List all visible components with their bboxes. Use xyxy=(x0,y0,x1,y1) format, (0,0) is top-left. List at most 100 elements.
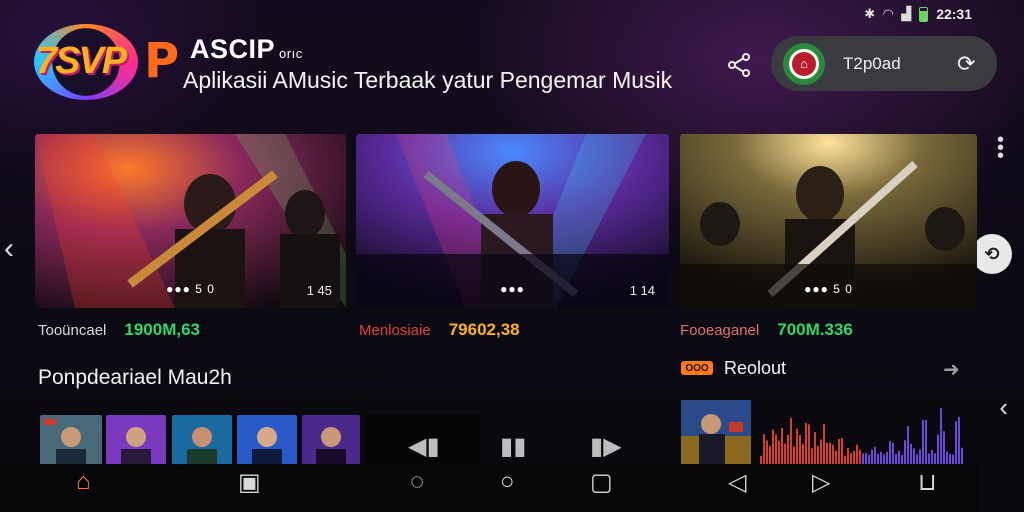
artist-image xyxy=(302,415,360,467)
waveform-bar xyxy=(775,434,777,466)
waveform-bar xyxy=(904,440,906,466)
waveform-bar xyxy=(799,435,801,466)
waveform-bar xyxy=(781,427,783,466)
waveform-bar xyxy=(856,444,858,466)
waveform-bar xyxy=(841,437,843,466)
card-caption: Menlosiaie 79602,38 xyxy=(359,320,520,340)
waveform-bar xyxy=(766,440,768,466)
waveform-bar xyxy=(940,408,942,466)
recommended-thumb[interactable] xyxy=(681,400,751,466)
bluetooth-icon: ✱ xyxy=(864,6,876,21)
more-options-icon[interactable]: • • • xyxy=(997,130,1004,166)
speaker-icon[interactable]: ◁ xyxy=(728,468,746,497)
pause-icon[interactable]: ▮▮ xyxy=(500,432,526,461)
waveform-bar xyxy=(820,439,822,466)
artist-image xyxy=(172,415,232,467)
account-pill[interactable]: ⌂ T2p0ad ⟳ xyxy=(771,36,997,91)
artist-thumb[interactable] xyxy=(237,415,297,467)
refresh-icon[interactable]: ⟳ xyxy=(957,51,975,77)
waveform-bar xyxy=(778,440,780,466)
playlist-icon[interactable]: ▣ xyxy=(238,468,261,497)
artist-thumb[interactable] xyxy=(106,415,166,467)
waveform-bar xyxy=(832,444,834,466)
waveform-bar xyxy=(769,446,771,466)
circle-icon[interactable]: ○ xyxy=(500,468,515,496)
cart-icon[interactable]: ⊔ xyxy=(918,468,937,497)
card-caption: Fooeaganel 700M.336 xyxy=(680,320,853,340)
home-icon[interactable]: ⌂ xyxy=(76,468,91,496)
card-pagination: ●●● xyxy=(500,282,525,296)
card-value: 700M.336 xyxy=(777,320,853,339)
waveform-bar xyxy=(955,421,957,466)
card-pagination: ●●● 5 0 xyxy=(166,282,215,296)
status-bar: ✱ ◠ ▟ 22:31 xyxy=(864,6,972,22)
waveform-bar xyxy=(808,424,810,466)
floating-action-button[interactable]: ⟲ xyxy=(972,234,1012,274)
app-logo: 7SVP xyxy=(36,40,127,82)
waveform-bar xyxy=(772,429,774,466)
bottom-navigation xyxy=(0,464,978,512)
waveform-bar xyxy=(958,416,960,466)
waveform-bar xyxy=(796,428,798,466)
artist-thumb[interactable] xyxy=(40,415,102,467)
account-badge: ⌂ xyxy=(783,42,825,85)
artist-image xyxy=(237,415,297,467)
card-value: 79602,38 xyxy=(448,320,520,339)
waveform-bar xyxy=(802,443,804,466)
chevron-right-panel-icon[interactable]: ‹ xyxy=(999,392,1008,423)
section-title-popular: Ponpdeariael Mau2h xyxy=(38,366,232,389)
share-button[interactable] xyxy=(724,50,754,80)
waveform-bar xyxy=(892,442,894,466)
featured-card[interactable]: ●●● 5 0 1 45 xyxy=(35,134,346,308)
section-title-recommended: Reolout xyxy=(724,358,787,378)
artist-image xyxy=(40,415,102,467)
card-value: 1900M,63 xyxy=(124,320,201,339)
waveform-bar xyxy=(937,434,939,466)
account-label: T2p0ad xyxy=(843,53,901,73)
waveform-bar xyxy=(907,426,909,466)
waveform-bar xyxy=(784,443,786,466)
share-icon xyxy=(728,53,750,77)
artist-thumb[interactable] xyxy=(172,415,232,467)
play-icon[interactable]: ▷ xyxy=(812,468,830,497)
search-icon[interactable]: ◌ xyxy=(410,468,424,496)
waveform-bar xyxy=(817,446,819,466)
signal-icon: ▟ xyxy=(901,6,912,21)
featured-card[interactable]: ●●● 5 0 xyxy=(680,134,977,308)
account-badge-glyph: ⌂ xyxy=(789,48,819,79)
logo-letter: P xyxy=(144,33,180,89)
clock: 22:31 xyxy=(936,6,972,22)
battery-icon xyxy=(919,6,929,22)
brand-name: ASCIP orıc xyxy=(190,34,303,65)
waveform-bar xyxy=(763,434,765,466)
brand-title: ASCIP xyxy=(190,34,276,64)
card-caption: Tooüncael 1900M,63 xyxy=(38,320,200,340)
arrow-right-icon[interactable]: ➜ xyxy=(943,357,960,382)
waveform-bar xyxy=(829,442,831,466)
waveform-bar xyxy=(790,418,792,466)
chevron-left-icon[interactable]: ‹ xyxy=(4,232,14,266)
featured-card[interactable]: ●●● 1 14 xyxy=(356,134,669,308)
audio-waveform xyxy=(760,408,963,466)
link-icon: ⟲ xyxy=(984,243,1000,264)
previous-icon[interactable]: ◀▮ xyxy=(408,432,440,461)
card-count: 1 14 xyxy=(629,283,655,298)
next-icon[interactable]: ▮▶ xyxy=(590,432,622,461)
waveform-bar xyxy=(943,431,945,466)
card-title: Menlosiaie xyxy=(359,322,431,339)
app-tagline: Aplikasii AMusic Terbaak yatur Pengemar … xyxy=(183,67,673,93)
waveform-bar xyxy=(838,439,840,466)
card-title: Tooüncael xyxy=(38,322,107,339)
waveform-bar xyxy=(826,442,828,466)
artist-image xyxy=(106,415,166,467)
waveform-bar xyxy=(805,422,807,466)
waveform-bar xyxy=(823,424,825,466)
waveform-bar xyxy=(910,443,912,466)
brand-suffix: orıc xyxy=(279,46,303,61)
waveform-bar xyxy=(925,419,927,466)
waveform-bar xyxy=(814,432,816,466)
card-pagination: ●●● 5 0 xyxy=(804,282,853,296)
square-icon[interactable]: ▢ xyxy=(590,468,613,497)
artist-thumb[interactable] xyxy=(302,415,360,467)
card-count: 1 45 xyxy=(306,283,332,298)
